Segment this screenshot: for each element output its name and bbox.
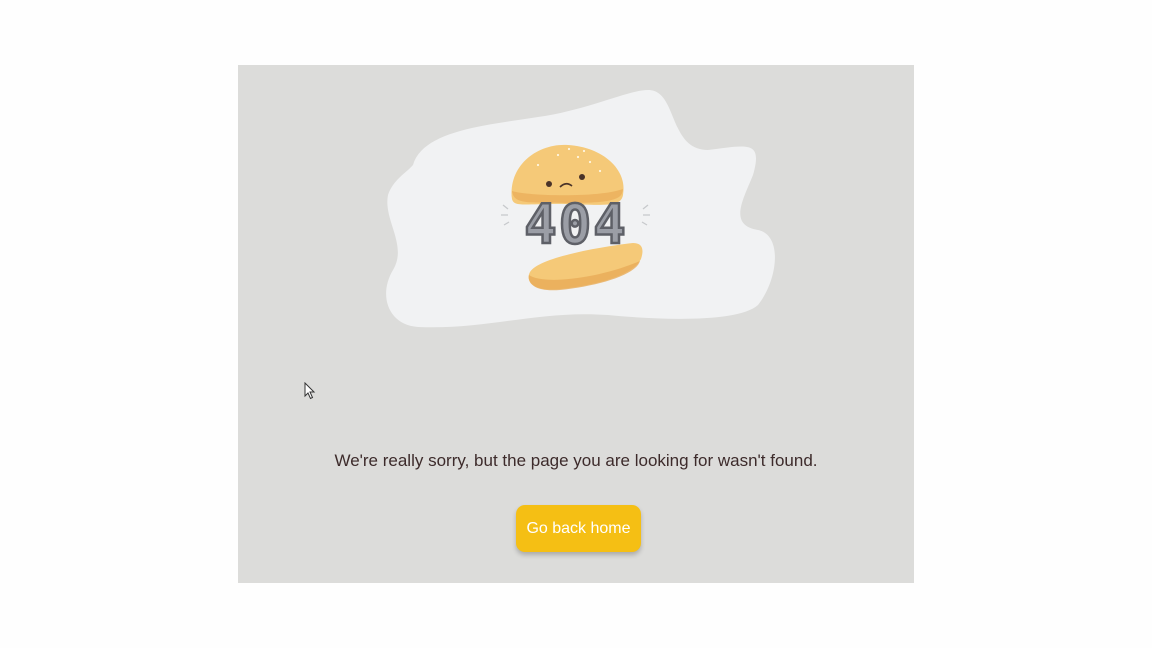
mouse-cursor-icon (304, 382, 316, 400)
404-burger-svg: 404 (386, 90, 775, 328)
page: 404 We're really sorry, but the page you… (0, 0, 1152, 648)
error-message: We're really sorry, but the page you are… (334, 451, 818, 470)
error-card: 404 We're really sorry, but the page you… (238, 65, 914, 583)
go-back-home-button[interactable]: Go back home (516, 505, 641, 552)
404-illustration: 404 (238, 65, 914, 365)
